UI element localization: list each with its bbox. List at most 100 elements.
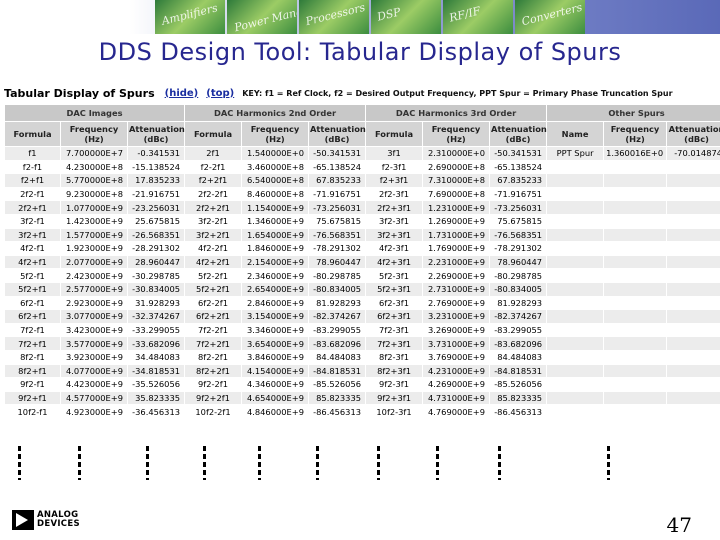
formula-cell bbox=[547, 228, 604, 242]
formula-cell: 6f2+f1 bbox=[5, 310, 60, 323]
frequency-cell: 2.690000E+8 bbox=[423, 160, 490, 174]
frequency-cell: 1.731000E+9 bbox=[423, 228, 490, 242]
frequency-cell bbox=[604, 405, 667, 418]
formula-cell: 7f2-3f1 bbox=[366, 323, 423, 337]
table-row: f1 7.700000E+7 -0.341531 2f1 1.540000E+0 -50.… bbox=[5, 147, 720, 160]
formula-cell bbox=[547, 391, 604, 405]
attenuation-cell: -36.456313 bbox=[128, 405, 185, 418]
logo-line-2: DEVICES bbox=[37, 519, 80, 529]
attenuation-cell: 25.675815 bbox=[128, 214, 185, 228]
column-header: Frequency (Hz) bbox=[604, 122, 667, 146]
frequency-cell: 1.923000E+9 bbox=[61, 242, 127, 255]
dash-separator bbox=[436, 446, 439, 480]
frequency-cell: 1.154000E+9 bbox=[242, 201, 309, 214]
formula-cell: 4f2+2f1 bbox=[185, 255, 242, 269]
frequency-cell: 7.310000E+8 bbox=[423, 174, 490, 187]
attenuation-cell: 78.960447 bbox=[309, 255, 366, 269]
table-row: 7f2+f1 3.577000E+9 -33.682096 7f2+2f1 3.6540… bbox=[5, 337, 720, 350]
frequency-cell bbox=[604, 269, 667, 282]
attenuation-cell bbox=[667, 214, 720, 228]
attenuation-cell: -50.341531 bbox=[490, 147, 547, 160]
formula-cell bbox=[547, 214, 604, 228]
frequency-cell: 3.923000E+9 bbox=[61, 350, 127, 364]
attenuation-cell: 84.484083 bbox=[490, 350, 547, 364]
attenuation-cell: -85.526056 bbox=[309, 378, 366, 391]
column-header-row: Formula Frequency (Hz) Attenuation (dBc) Fo… bbox=[5, 122, 720, 146]
formula-cell: 6f2+2f1 bbox=[185, 310, 242, 323]
formula-cell: 8f2-2f1 bbox=[185, 350, 242, 364]
formula-cell: 6f2-f1 bbox=[5, 296, 60, 310]
frequency-cell: 3.654000E+9 bbox=[242, 337, 309, 350]
formula-cell: 10f2-f1 bbox=[5, 405, 60, 418]
formula-cell: 4f2-2f1 bbox=[185, 242, 242, 255]
frequency-cell: 4.154000E+9 bbox=[242, 364, 309, 378]
formula-cell: 3f1 bbox=[366, 147, 423, 160]
formula-cell bbox=[547, 174, 604, 187]
frequency-cell: 3.846000E+9 bbox=[242, 350, 309, 364]
attenuation-cell: -86.456313 bbox=[309, 405, 366, 418]
attenuation-cell: 78.960447 bbox=[490, 255, 547, 269]
formula-cell: 2f2-2f1 bbox=[185, 187, 242, 201]
frequency-cell: 2.769000E+9 bbox=[423, 296, 490, 310]
column-header: Attenuation (dBc) bbox=[128, 122, 185, 146]
banner-tile: Power Management bbox=[227, 0, 297, 34]
table-row: 8f2+f1 4.077000E+9 -34.818531 8f2+2f1 4.1540… bbox=[5, 364, 720, 378]
formula-cell: 3f2-f1 bbox=[5, 214, 60, 228]
table-row: 9f2-f1 4.423000E+9 -35.526056 9f2-2f1 4.3460… bbox=[5, 378, 720, 391]
column-header: Formula bbox=[5, 122, 60, 146]
table-row: 9f2+f1 4.577000E+9 35.823335 9f2+2f1 4.65400… bbox=[5, 391, 720, 405]
formula-cell: 4f2+3f1 bbox=[366, 255, 423, 269]
attenuation-cell: -30.834005 bbox=[128, 282, 185, 296]
attenuation-cell bbox=[667, 378, 720, 391]
attenuation-cell: -78.291302 bbox=[490, 242, 547, 255]
formula-cell: f2-3f1 bbox=[366, 160, 423, 174]
attenuation-cell: -78.291302 bbox=[309, 242, 366, 255]
formula-cell: 5f2+3f1 bbox=[366, 282, 423, 296]
frequency-cell: 4.346000E+9 bbox=[242, 378, 309, 391]
formula-cell: 7f2+3f1 bbox=[366, 337, 423, 350]
frequency-cell: 2.654000E+9 bbox=[242, 282, 309, 296]
top-link[interactable]: (top) bbox=[206, 88, 234, 99]
hide-link[interactable]: (hide) bbox=[165, 88, 199, 99]
attenuation-cell: 85.823335 bbox=[490, 391, 547, 405]
dash-separator bbox=[146, 446, 149, 480]
frequency-cell bbox=[604, 174, 667, 187]
frequency-cell: 1.654000E+9 bbox=[242, 228, 309, 242]
formula-cell: f2-f1 bbox=[5, 160, 60, 174]
formula-cell: 9f2+2f1 bbox=[185, 391, 242, 405]
frequency-cell: 3.154000E+9 bbox=[242, 310, 309, 323]
attenuation-cell: -76.568351 bbox=[309, 228, 366, 242]
formula-cell: 3f2-3f1 bbox=[366, 214, 423, 228]
table-row: f2-f1 4.230000E+8 -15.138524 f2-2f1 3.460000… bbox=[5, 160, 720, 174]
frequency-cell: 1.540000E+0 bbox=[242, 147, 309, 160]
formula-cell: 6f2+3f1 bbox=[366, 310, 423, 323]
frequency-cell: 3.346000E+9 bbox=[242, 323, 309, 337]
banner-tile: Converters bbox=[515, 0, 585, 34]
attenuation-cell bbox=[667, 323, 720, 337]
formula-cell: PPT Spur bbox=[547, 147, 604, 160]
formula-cell: 5f2+2f1 bbox=[185, 282, 242, 296]
formula-cell: 8f2+f1 bbox=[5, 364, 60, 378]
attenuation-cell: 75.675815 bbox=[309, 214, 366, 228]
dash-separator bbox=[607, 446, 610, 480]
column-header: Frequency (Hz) bbox=[242, 122, 309, 146]
dash-separator bbox=[498, 446, 501, 480]
key-legend: KEY: f1 = Ref Clock, f2 = Desired Output… bbox=[242, 88, 673, 98]
formula-cell: 2f2+f1 bbox=[5, 201, 60, 214]
frequency-cell bbox=[604, 255, 667, 269]
column-header: Formula bbox=[366, 122, 423, 146]
formula-cell: 5f2-f1 bbox=[5, 269, 60, 282]
attenuation-cell: 81.928293 bbox=[309, 296, 366, 310]
panel-title: Tabular Display of Spurs bbox=[4, 86, 155, 100]
frequency-cell: 2.346000E+9 bbox=[242, 269, 309, 282]
formula-cell: 8f2-3f1 bbox=[366, 350, 423, 364]
formula-cell: 3f2+f1 bbox=[5, 228, 60, 242]
attenuation-cell bbox=[667, 160, 720, 174]
attenuation-cell: -28.291302 bbox=[128, 242, 185, 255]
banner-tile-label: Amplifiers bbox=[160, 1, 219, 28]
frequency-cell: 2.846000E+9 bbox=[242, 296, 309, 310]
banner-tile: RF/IF bbox=[443, 0, 513, 34]
panel-header: Tabular Display of Spurs (hide) (top) KE… bbox=[4, 82, 710, 104]
frequency-cell bbox=[604, 323, 667, 337]
banner-tile-label: DSP bbox=[375, 5, 402, 24]
